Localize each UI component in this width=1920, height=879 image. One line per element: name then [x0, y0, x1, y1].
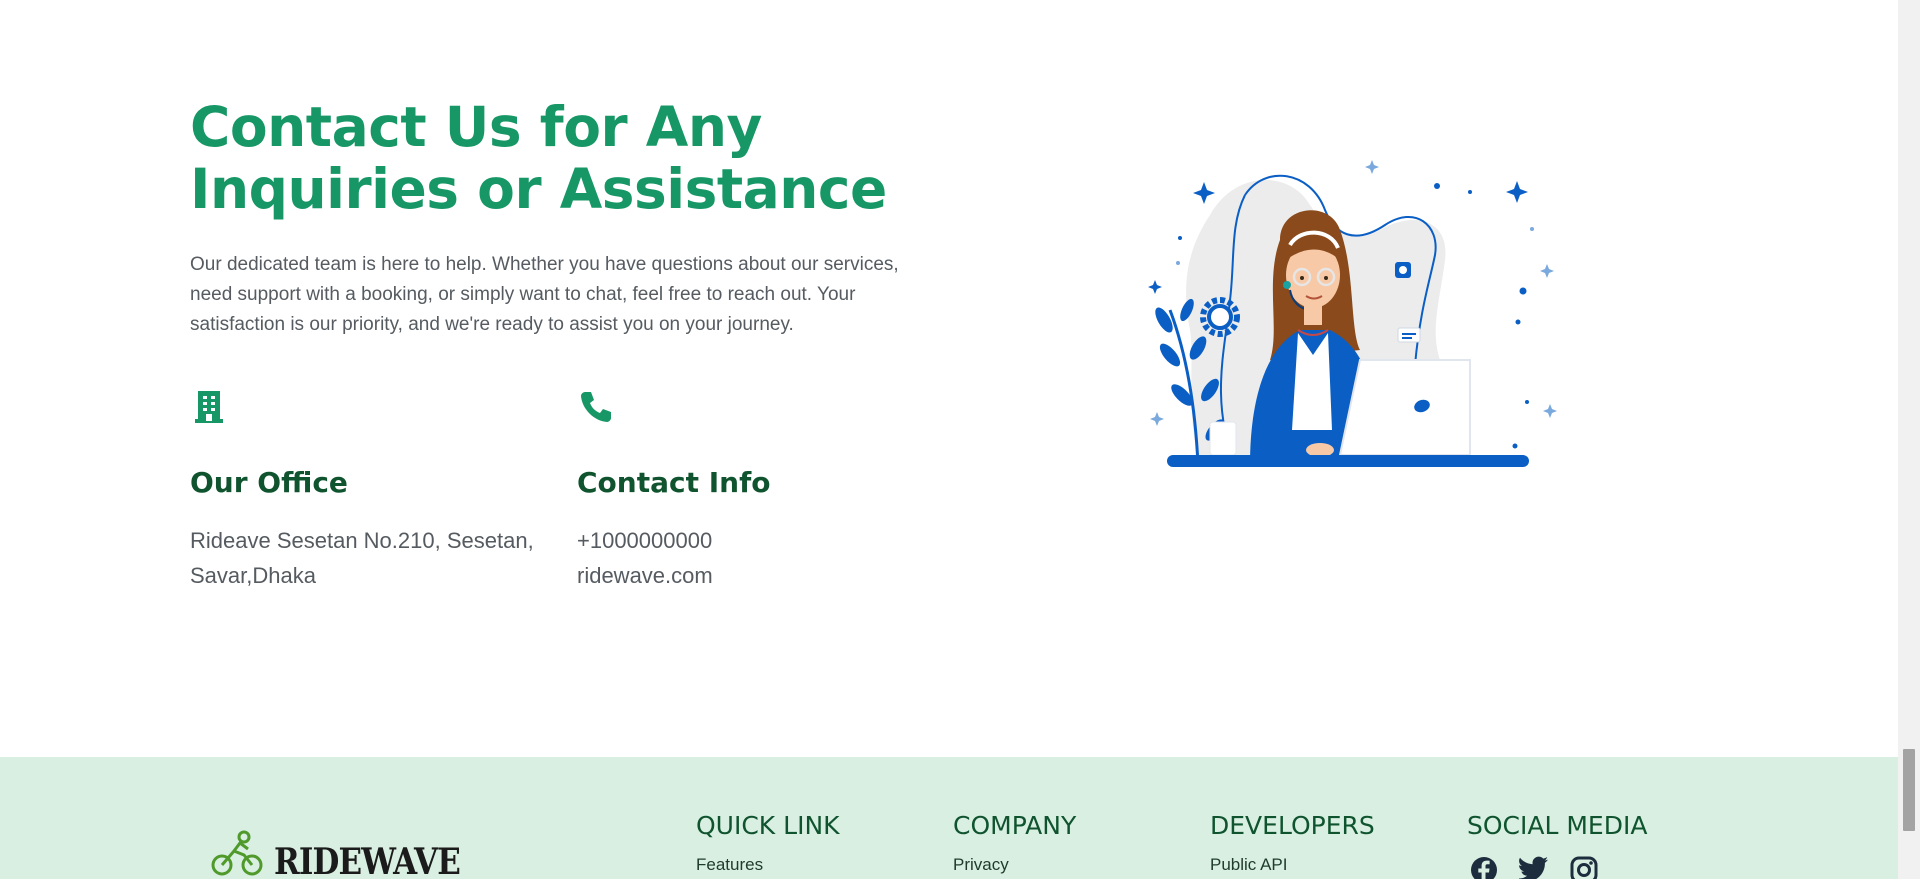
building-icon [190, 388, 228, 426]
footer-column-social-media: SOCIAL MEDIA [1467, 810, 1647, 879]
office-block: Our Office Rideave Sesetan No.210, Seset… [190, 388, 550, 593]
contact-info-block: Contact Info +1000000000 ridewave.com [577, 388, 937, 593]
cyclist-icon [210, 829, 266, 879]
page: Contact Us for Any Inquiries or Assistan… [0, 0, 1898, 879]
footer-link-privacy[interactable]: Privacy [953, 853, 1076, 877]
footer-link-public-api[interactable]: Public API [1210, 853, 1375, 877]
vertical-scrollbar[interactable] [1898, 0, 1920, 879]
facebook-icon[interactable] [1467, 856, 1501, 879]
scrollbar-thumb[interactable] [1903, 749, 1915, 831]
office-address: Rideave Sesetan No.210, Sesetan, Savar,D… [190, 523, 550, 593]
website-link[interactable]: ridewave.com [577, 558, 937, 593]
footer-link-features[interactable]: Features [696, 853, 840, 877]
footer-column-title: QUICK LINK [696, 811, 840, 840]
office-address-line: Savar,Dhaka [190, 563, 316, 588]
contact-section: Contact Us for Any Inquiries or Assistan… [0, 0, 1898, 757]
customer-support-illustration [1140, 150, 1570, 490]
office-title: Our Office [190, 466, 348, 499]
contact-info-lines: +1000000000 ridewave.com [577, 523, 937, 593]
phone-icon [577, 388, 615, 426]
contact-intro: Our dedicated team is here to help. Whet… [190, 254, 899, 335]
logo-text: RIDEWAVE [274, 841, 461, 879]
office-address-line: Rideave Sesetan No.210, Sesetan, [190, 528, 534, 553]
footer-column-title: SOCIAL MEDIA [1467, 811, 1648, 840]
footer-column-company: COMPANY Privacy [953, 810, 1076, 877]
social-icons [1467, 856, 1647, 879]
contact-heading: Contact Us for Any Inquiries or Assistan… [190, 95, 887, 221]
footer-column-title: DEVELOPERS [1210, 811, 1375, 840]
phone-number[interactable]: +1000000000 [577, 523, 937, 558]
footer-column-developers: DEVELOPERS Public API [1210, 810, 1375, 877]
footer-logo[interactable]: RIDEWAVE [210, 829, 490, 879]
contact-info-title: Contact Info [577, 466, 771, 499]
instagram-icon[interactable] [1567, 856, 1601, 879]
footer-column-title: COMPANY [953, 811, 1077, 840]
site-footer: RIDEWAVE QUICK LINK Features COMPANY Pri… [0, 757, 1898, 879]
twitter-icon[interactable] [1517, 856, 1551, 879]
footer-column-quick-link: QUICK LINK Features [696, 810, 840, 877]
